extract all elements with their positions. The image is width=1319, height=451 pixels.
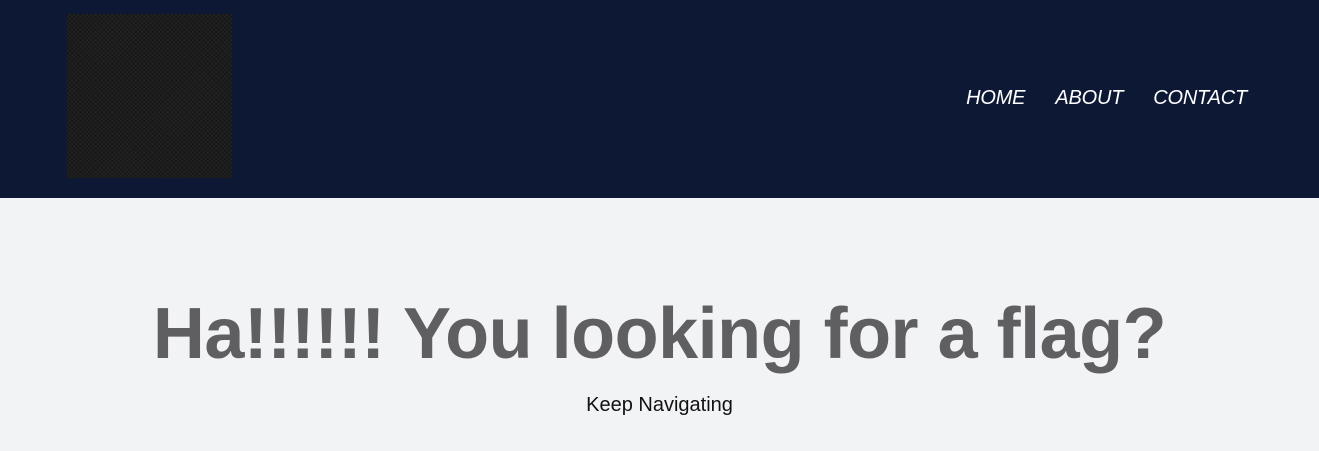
nav-link-contact[interactable]: CONTACT bbox=[1153, 86, 1247, 110]
page-heading: Ha!!!!!! You looking for a flag? bbox=[152, 294, 1167, 374]
main-content: Ha!!!!!! You looking for a flag? Keep Na… bbox=[0, 198, 1319, 451]
page-subtext: Keep Navigating bbox=[586, 394, 733, 416]
logo-image[interactable] bbox=[67, 14, 232, 178]
nav-link-home[interactable]: HOME bbox=[966, 86, 1025, 110]
site-header: HOME ABOUT CONTACT bbox=[0, 0, 1319, 198]
nav-link-about[interactable]: ABOUT bbox=[1055, 86, 1123, 110]
main-nav: HOME ABOUT CONTACT bbox=[966, 86, 1247, 110]
